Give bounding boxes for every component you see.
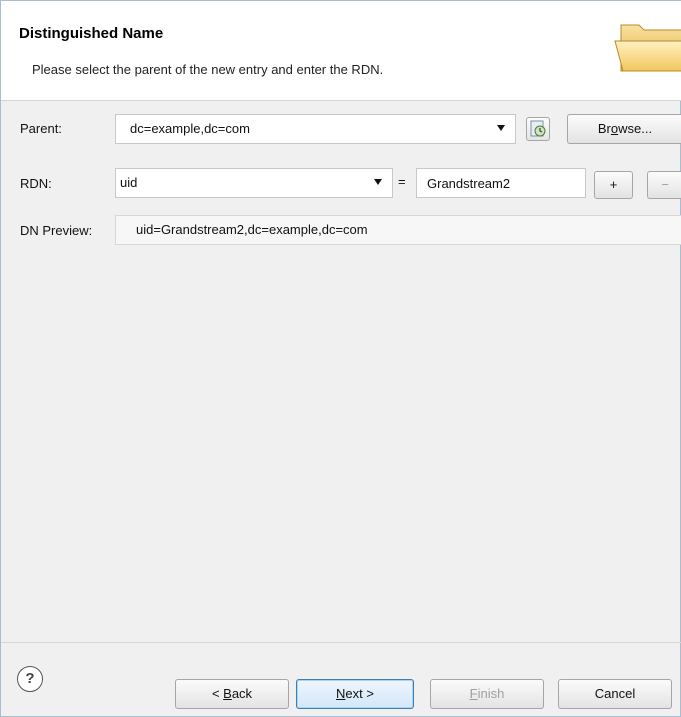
folder-open-icon	[614, 24, 681, 72]
back-button[interactable]: < Back	[175, 679, 289, 709]
rdn-value-input[interactable]	[416, 168, 586, 198]
page-description: Please select the parent of the new entr…	[32, 62, 384, 77]
dn-preview-value: uid=Grandstream2,dc=example,dc=com	[136, 222, 368, 237]
next-button[interactable]: Next >	[296, 679, 414, 709]
cancel-button[interactable]: Cancel	[558, 679, 672, 709]
rdn-label: RDN:	[20, 176, 52, 191]
parent-value: dc=example,dc=com	[130, 121, 250, 136]
wizard-header: Distinguished Name Please select the par…	[1, 1, 681, 101]
help-icon[interactable]: ?	[17, 666, 43, 692]
dn-preview-field: uid=Grandstream2,dc=example,dc=com	[115, 215, 681, 245]
page-title: Distinguished Name	[19, 25, 164, 42]
footer-divider	[1, 642, 681, 643]
parent-label: Parent:	[20, 121, 62, 136]
new-entry-wizard: Distinguished Name Please select the par…	[0, 0, 681, 717]
equals-sign: =	[398, 174, 406, 189]
rdn-attribute-combo[interactable]: uid	[115, 168, 393, 198]
add-rdn-button[interactable]: +	[594, 171, 633, 199]
browse-button[interactable]: Browse...	[567, 114, 681, 144]
chevron-down-icon	[497, 125, 505, 131]
chevron-down-icon	[374, 179, 382, 185]
finish-button[interactable]: Finish	[430, 679, 544, 709]
parent-combo[interactable]: dc=example,dc=com	[115, 114, 516, 144]
history-icon	[530, 120, 546, 137]
history-button[interactable]	[526, 117, 550, 141]
rdn-attribute-value: uid	[120, 175, 138, 190]
dn-preview-label: DN Preview:	[20, 223, 93, 238]
remove-rdn-button[interactable]: −	[647, 171, 681, 199]
